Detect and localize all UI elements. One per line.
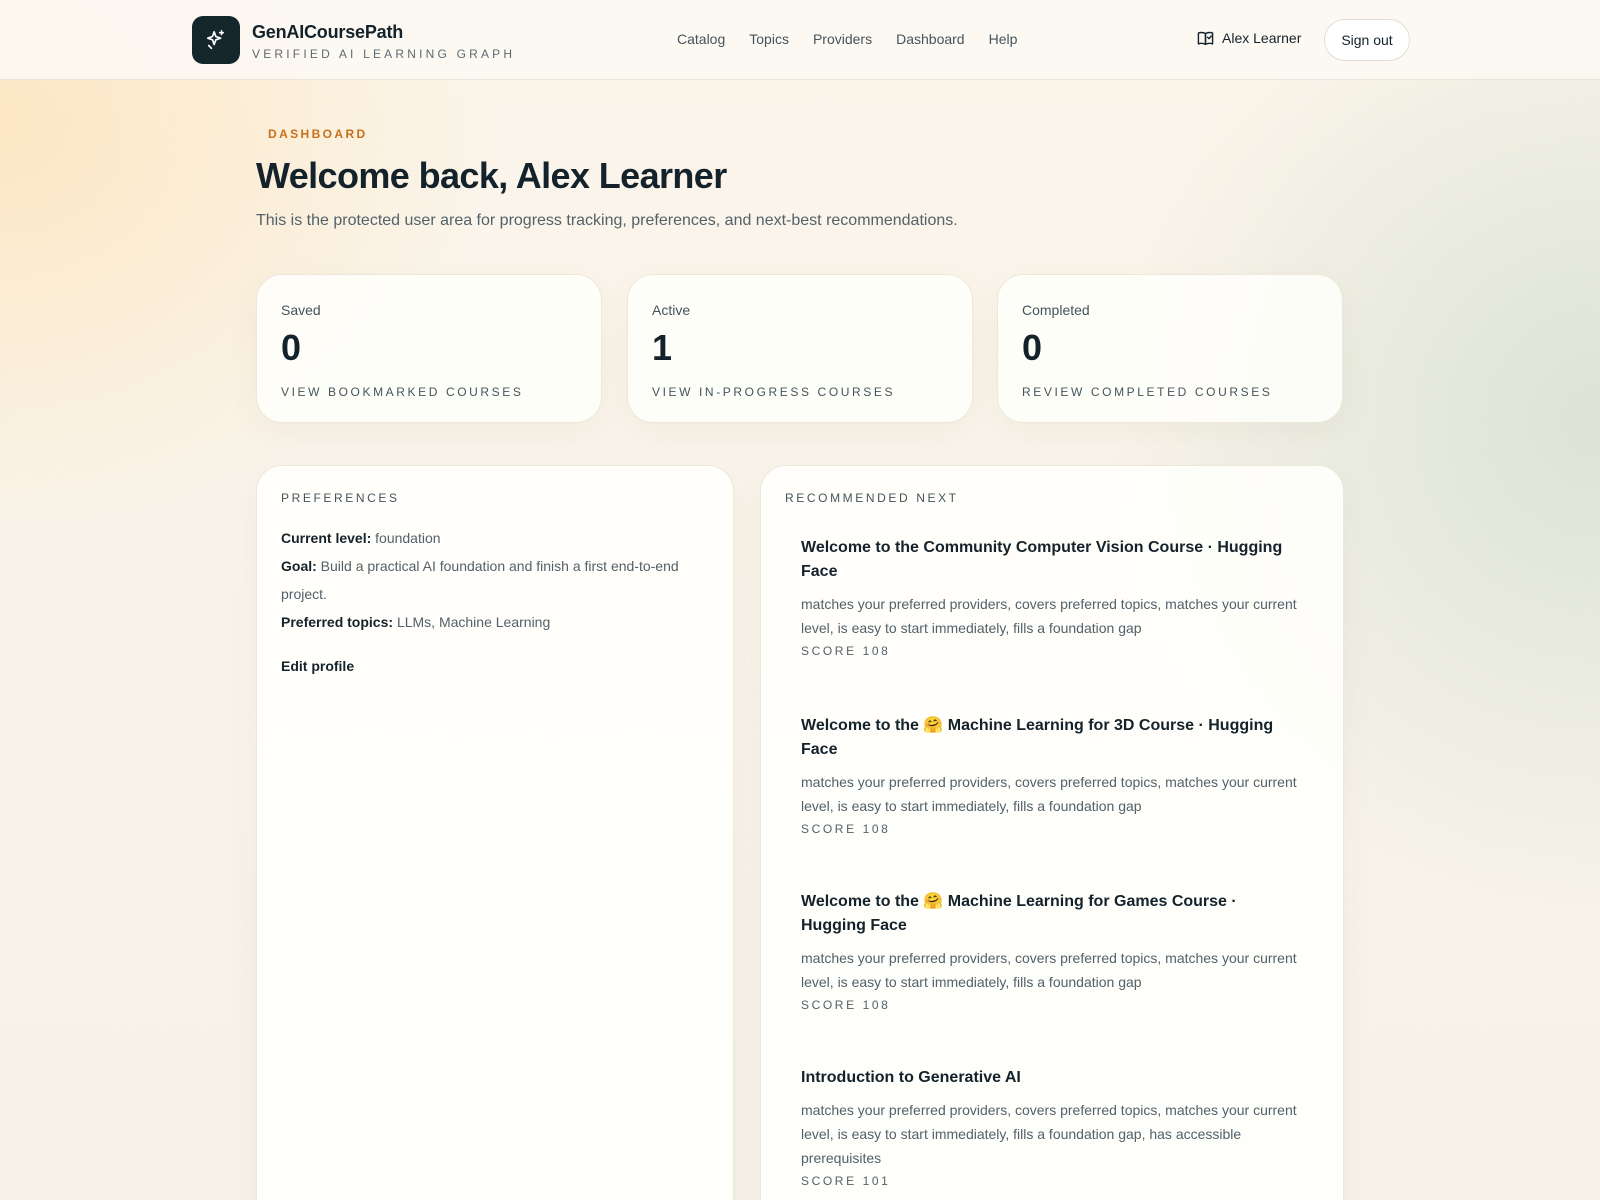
view-bookmarked-link[interactable]: VIEW BOOKMARKED COURSES	[281, 385, 524, 399]
stat-value: 1	[652, 327, 673, 368]
recommendation-score: SCORE 108	[801, 998, 891, 1012]
recommendation-score: SCORE 101	[801, 1174, 891, 1188]
recommendation-item: Welcome to the 🤗 Machine Learning for Ga…	[801, 890, 1301, 1012]
preferences-panel: PREFERENCES Current level: foundation Go…	[256, 465, 734, 1200]
pref-goal-label: Goal:	[281, 558, 317, 574]
recommendation-reason: matches your preferred providers, covers…	[801, 596, 1297, 636]
stat-label: Completed	[1022, 302, 1090, 318]
nav-dashboard[interactable]: Dashboard	[896, 31, 965, 47]
stat-card-active: Active 1 VIEW IN-PROGRESS COURSES	[627, 274, 973, 423]
recommendation-title[interactable]: Introduction to Generative AI	[801, 1066, 1301, 1090]
view-in-progress-link[interactable]: VIEW IN-PROGRESS COURSES	[652, 385, 895, 399]
stat-label: Active	[652, 302, 691, 318]
page-title: Welcome back, Alex Learner	[256, 155, 727, 196]
pref-goal-value: Build a practical AI foundation and fini…	[281, 558, 679, 602]
brand-tagline: VERIFIED AI LEARNING GRAPH	[252, 47, 516, 61]
top-navigation-bar: GenAICoursePath VERIFIED AI LEARNING GRA…	[0, 0, 1600, 80]
recommendation-item: Introduction to Generative AI matches yo…	[801, 1066, 1301, 1188]
brand-logo[interactable]	[192, 16, 240, 64]
brand-name[interactable]: GenAICoursePath	[252, 22, 403, 43]
stat-value: 0	[281, 327, 302, 368]
pref-topics-value: LLMs, Machine Learning	[396, 614, 551, 630]
stat-card-saved: Saved 0 VIEW BOOKMARKED COURSES	[256, 274, 602, 423]
pref-topics: Preferred topics: LLMs, Machine Learning	[281, 608, 701, 636]
nav-topics[interactable]: Topics	[749, 31, 789, 47]
recommendation-reason: matches your preferred providers, covers…	[801, 1102, 1297, 1166]
recommendation-reason: matches your preferred providers, covers…	[801, 774, 1297, 814]
sign-out-button[interactable]: Sign out	[1324, 19, 1410, 61]
stat-value: 0	[1022, 327, 1043, 368]
recommendation-score: SCORE 108	[801, 822, 891, 836]
page-eyebrow: DASHBOARD	[268, 127, 368, 141]
recommendation-item: Welcome to the 🤗 Machine Learning for 3D…	[801, 714, 1301, 836]
pref-topics-label: Preferred topics:	[281, 614, 394, 630]
panel-title: RECOMMENDED NEXT	[785, 491, 959, 505]
pref-goal: Goal: Build a practical AI foundation an…	[281, 552, 701, 608]
nav-providers[interactable]: Providers	[813, 31, 872, 47]
pref-level-value: foundation	[375, 530, 441, 546]
panel-title: PREFERENCES	[281, 491, 400, 505]
preferences-list: Current level: foundation Goal: Build a …	[281, 524, 701, 636]
recommendation-title[interactable]: Welcome to the 🤗 Machine Learning for 3D…	[801, 714, 1301, 762]
recommendation-title[interactable]: Welcome to the 🤗 Machine Learning for Ga…	[801, 890, 1301, 938]
user-menu[interactable]: Alex Learner	[1197, 30, 1301, 46]
pref-level-label: Current level:	[281, 530, 372, 546]
main-nav: Catalog Topics Providers Dashboard Help	[677, 31, 1017, 47]
edit-profile-link[interactable]: Edit profile	[281, 658, 354, 674]
review-completed-link[interactable]: REVIEW COMPLETED COURSES	[1022, 385, 1272, 399]
user-name: Alex Learner	[1222, 30, 1302, 46]
nav-catalog[interactable]: Catalog	[677, 31, 725, 47]
recommendation-score: SCORE 108	[801, 644, 891, 658]
recommendation-title[interactable]: Welcome to the Community Computer Vision…	[801, 536, 1301, 584]
stat-label: Saved	[281, 302, 321, 318]
recommended-panel: RECOMMENDED NEXT Welcome to the Communit…	[760, 465, 1344, 1200]
sparkle-icon	[206, 30, 225, 50]
recommendation-item: Welcome to the Community Computer Vision…	[801, 536, 1301, 658]
nav-help[interactable]: Help	[989, 31, 1018, 47]
page-subtitle: This is the protected user area for prog…	[256, 212, 958, 229]
stat-card-completed: Completed 0 REVIEW COMPLETED COURSES	[997, 274, 1343, 423]
open-book-icon	[1197, 31, 1214, 45]
pref-level: Current level: foundation	[281, 524, 701, 552]
recommendation-reason: matches your preferred providers, covers…	[801, 950, 1297, 990]
